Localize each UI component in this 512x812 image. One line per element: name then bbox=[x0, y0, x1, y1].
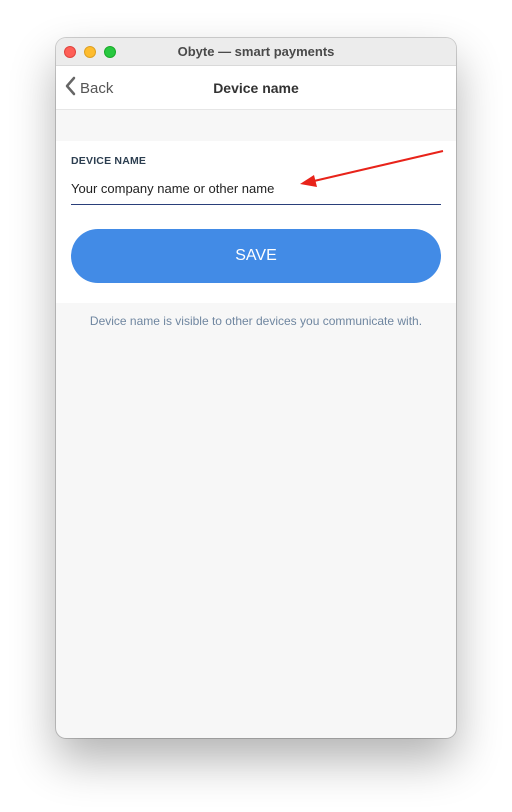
navigation-bar: Back Device name bbox=[56, 66, 456, 110]
title-bar: Obyte — smart payments bbox=[56, 38, 456, 66]
window-title: Obyte — smart payments bbox=[177, 44, 335, 59]
help-text: Device name is visible to other devices … bbox=[89, 314, 423, 328]
save-button[interactable]: SAVE bbox=[71, 229, 441, 283]
device-name-form: DEVICE NAME SAVE bbox=[56, 141, 456, 303]
page-title: Device name bbox=[213, 80, 299, 96]
app-window: Obyte — smart payments Back Device name … bbox=[56, 38, 456, 738]
device-name-label: DEVICE NAME bbox=[71, 155, 147, 167]
device-name-input[interactable] bbox=[71, 173, 441, 205]
